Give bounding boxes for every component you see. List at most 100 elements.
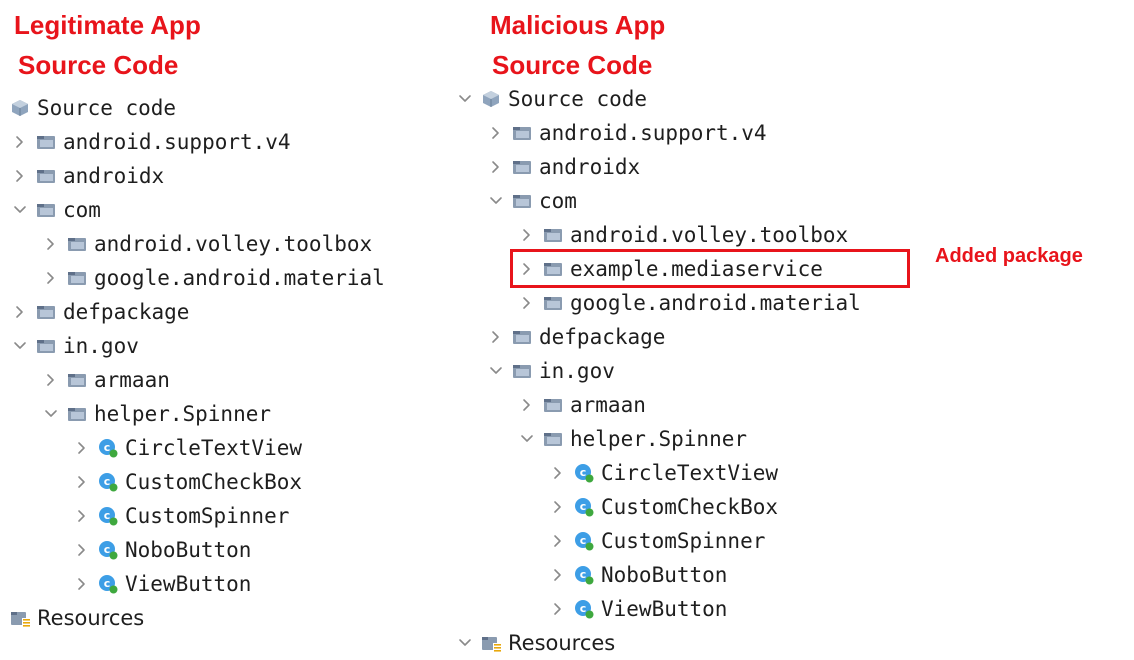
chevron-right-icon[interactable] [486, 327, 506, 347]
chevron-right-icon[interactable] [517, 225, 537, 245]
chevron-down-icon[interactable] [486, 361, 506, 381]
chevron-right-icon[interactable] [72, 506, 92, 526]
tree-item-label: NoboButton [601, 563, 728, 587]
chevron-right-icon[interactable] [486, 157, 506, 177]
tree-item-class[interactable]: c ViewButton [10, 567, 385, 601]
chevron-right-icon[interactable] [41, 268, 61, 288]
chevron-right-icon[interactable] [41, 370, 61, 390]
chevron-down-icon[interactable] [10, 336, 30, 356]
tree-item-label: armaan [94, 368, 170, 392]
tree-item-class[interactable]: c CustomSpinner [10, 499, 385, 533]
tree-item-label: helper.Spinner [570, 427, 748, 451]
chevron-right-icon[interactable] [72, 472, 92, 492]
tree-item[interactable]: android.support.v4 [10, 125, 385, 159]
tree-item-label: Source code [508, 87, 648, 111]
tree-item-resources[interactable]: Resources [455, 626, 861, 660]
package-icon [67, 404, 87, 424]
tree-item-label: CustomSpinner [125, 504, 290, 528]
tree-item-class[interactable]: c CircleTextView [10, 431, 385, 465]
package-icon [36, 166, 56, 186]
chevron-right-icon[interactable] [10, 132, 30, 152]
package-icon [543, 225, 563, 245]
package-icon [512, 191, 532, 211]
chevron-right-icon[interactable] [72, 438, 92, 458]
chevron-right-icon[interactable] [486, 123, 506, 143]
chevron-down-icon[interactable] [455, 89, 475, 109]
tree-item-class[interactable]: c CustomCheckBox [10, 465, 385, 499]
chevron-right-icon[interactable] [548, 463, 568, 483]
tree-item[interactable]: android.volley.toolbox [10, 227, 385, 261]
chevron-right-icon[interactable] [548, 565, 568, 585]
tree-item-label: ViewButton [125, 572, 252, 596]
chevron-right-icon[interactable] [517, 293, 537, 313]
class-icon: c [98, 438, 118, 458]
tree-item[interactable]: android.support.v4 [455, 116, 861, 150]
chevron-down-icon[interactable] [517, 429, 537, 449]
chevron-right-icon[interactable] [517, 259, 537, 279]
tree-item-label: armaan [570, 393, 646, 417]
tree-item[interactable]: Source code [10, 91, 385, 125]
tree-item-class[interactable]: c CustomSpinner [455, 524, 861, 558]
tree-item[interactable]: google.android.material [10, 261, 385, 295]
package-icon [512, 327, 532, 347]
svg-text:c: c [580, 534, 587, 547]
tree-item[interactable]: helper.Spinner [455, 422, 861, 456]
tree-item[interactable]: example.mediaservice [455, 252, 861, 286]
tree-item[interactable]: armaan [455, 388, 861, 422]
chevron-down-icon[interactable] [41, 404, 61, 424]
package-icon [36, 132, 56, 152]
tree-item[interactable]: androidx [455, 150, 861, 184]
tree-item[interactable]: com [455, 184, 861, 218]
class-icon: c [574, 565, 594, 585]
source-icon [481, 89, 501, 109]
chevron-down-icon[interactable] [455, 633, 475, 653]
tree-item-label: android.support.v4 [63, 130, 291, 154]
chevron-right-icon[interactable] [41, 234, 61, 254]
tree-item-class[interactable]: c ViewButton [455, 592, 861, 626]
chevron-right-icon[interactable] [72, 574, 92, 594]
package-icon [543, 429, 563, 449]
tree-item[interactable]: in.gov [10, 329, 385, 363]
tree-item[interactable]: in.gov [455, 354, 861, 388]
tree-item-label: CustomSpinner [601, 529, 766, 553]
tree-item[interactable]: androidx [10, 159, 385, 193]
chevron-right-icon[interactable] [548, 497, 568, 517]
svg-text:c: c [104, 509, 111, 522]
svg-text:c: c [580, 568, 587, 581]
right-source-tree: Source code android.support.v4 androidx com… [455, 82, 861, 660]
tree-item[interactable]: helper.Spinner [10, 397, 385, 431]
tree-item-label: CustomCheckBox [601, 495, 779, 519]
tree-item-class[interactable]: c NoboButton [10, 533, 385, 567]
tree-item-label: android.volley.toolbox [94, 232, 373, 256]
tree-item[interactable]: armaan [10, 363, 385, 397]
tree-item-resources[interactable]: Resources [10, 601, 385, 635]
tree-item[interactable]: google.android.material [455, 286, 861, 320]
chevron-right-icon[interactable] [548, 599, 568, 619]
chevron-right-icon[interactable] [517, 395, 537, 415]
tree-item[interactable]: com [10, 193, 385, 227]
tree-item[interactable]: defpackage [455, 320, 861, 354]
chevron-right-icon[interactable] [10, 166, 30, 186]
tree-item-class[interactable]: c NoboButton [455, 558, 861, 592]
tree-item-label: CircleTextView [601, 461, 779, 485]
chevron-right-icon[interactable] [10, 302, 30, 322]
package-icon [36, 200, 56, 220]
tree-item-label: example.mediaservice [570, 257, 823, 281]
tree-item[interactable]: android.volley.toolbox [455, 218, 861, 252]
left-source-tree: Source code android.support.v4 androidx com… [10, 91, 385, 635]
tree-item-class[interactable]: c CircleTextView [455, 456, 861, 490]
tree-item[interactable]: defpackage [10, 295, 385, 329]
chevron-right-icon[interactable] [548, 531, 568, 551]
class-icon: c [574, 531, 594, 551]
tree-item-label: google.android.material [94, 266, 385, 290]
chevron-down-icon[interactable] [10, 200, 30, 220]
tree-item-class[interactable]: c CustomCheckBox [455, 490, 861, 524]
svg-text:c: c [104, 577, 111, 590]
added-package-annotation: Added package [935, 245, 1083, 267]
chevron-down-icon[interactable] [486, 191, 506, 211]
package-icon [543, 259, 563, 279]
tree-item[interactable]: Source code [455, 82, 861, 116]
class-icon: c [98, 506, 118, 526]
tree-item-label: NoboButton [125, 538, 252, 562]
chevron-right-icon[interactable] [72, 540, 92, 560]
